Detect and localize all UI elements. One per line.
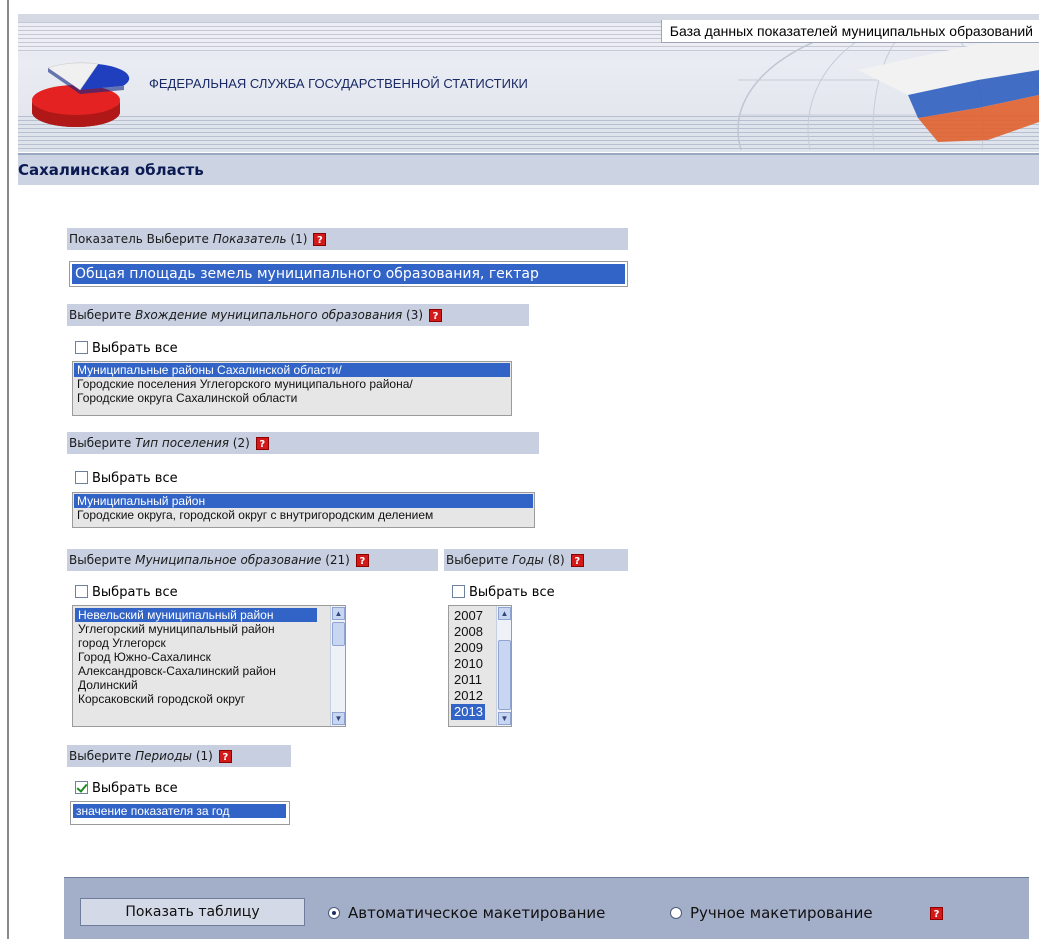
years-select-all[interactable]: Выбрать все [452, 584, 555, 602]
list-option[interactable]: Невельский муниципальный район [75, 608, 317, 622]
checkbox-icon[interactable] [75, 471, 88, 484]
show-table-button[interactable]: Показать таблицу [80, 898, 305, 926]
list-option[interactable]: Городские поселения Углегорского муницип… [74, 377, 510, 391]
agency-title: ФЕДЕРАЛЬНАЯ СЛУЖБА ГОСУДАРСТВЕННОЙ СТАТИ… [149, 76, 528, 91]
years-select-all-label: Выбрать все [469, 585, 555, 600]
membership-listbox[interactable]: Муниципальные районы Сахалинской области… [72, 361, 512, 416]
section-periods: Выберите Периоды (1)? [67, 745, 291, 767]
municipality-scrollbar[interactable]: ▲ ▼ [330, 606, 345, 726]
years-scrollbar[interactable]: ▲ ▼ [496, 606, 511, 726]
settlement-type-listbox[interactable]: Муниципальный район Городские округа, го… [72, 492, 535, 528]
section-indicator-count: (1) [290, 232, 308, 246]
help-icon[interactable]: ? [355, 554, 369, 567]
list-option[interactable]: Углегорский муниципальный район [75, 622, 317, 636]
section-membership-prefix: Выберите [69, 308, 136, 322]
list-option[interactable]: 2007 [451, 608, 485, 624]
scroll-thumb[interactable] [498, 640, 511, 710]
years-options: 2007 2008 2009 2010 2011 2012 2013 [451, 608, 485, 720]
scroll-down-icon[interactable]: ▼ [498, 712, 511, 725]
municipality-select-all-label: Выбрать все [92, 585, 178, 600]
settlement-type-select-all-label: Выбрать все [92, 471, 178, 486]
help-icon[interactable]: ? [429, 309, 443, 322]
list-option[interactable]: Александровск-Сахалинский район [75, 664, 317, 678]
manual-layout-radio[interactable]: Ручное макетирование [670, 903, 873, 923]
section-municipality-prefix: Выберите [69, 553, 136, 567]
scroll-up-icon[interactable]: ▲ [498, 607, 511, 620]
list-option[interactable]: Корсаковский городской округ [75, 692, 317, 706]
section-periods-prefix: Выберите [69, 749, 136, 763]
list-option[interactable]: Город Южно-Сахалинск [75, 650, 317, 664]
membership-select-all-label: Выбрать все [92, 341, 178, 356]
periods-select-all[interactable]: Выбрать все [75, 780, 178, 798]
list-option[interactable]: Городские округа, городской округ с внут… [74, 508, 533, 522]
section-indicator-prefix: Показатель Выберите [69, 232, 213, 246]
section-municipality-count: (21) [325, 553, 350, 567]
periods-listbox[interactable]: значение показателя за год [70, 801, 290, 825]
section-membership-count: (3) [406, 308, 424, 322]
checkbox-checked-icon[interactable] [75, 781, 88, 794]
section-indicator-label: Показатель [212, 232, 287, 246]
section-settlement-type-count: (2) [232, 436, 250, 450]
globe-flag-graphic [737, 40, 1039, 150]
section-settlement-type-label: Тип поселения [135, 436, 229, 450]
section-settlement-type-prefix: Выберите [69, 436, 136, 450]
auto-layout-radio[interactable]: Автоматическое макетирование [328, 903, 605, 923]
municipality-options: Невельский муниципальный район Углегорск… [75, 608, 317, 706]
manual-layout-label: Ручное макетирование [690, 904, 873, 922]
scroll-down-icon[interactable]: ▼ [332, 712, 345, 725]
municipality-listbox[interactable]: Невельский муниципальный район Углегорск… [72, 605, 346, 727]
years-listbox[interactable]: 2007 2008 2009 2010 2011 2012 2013 ▲ ▼ [448, 605, 512, 727]
section-municipality: Выберите Муниципальное образование (21)? [67, 549, 438, 571]
section-periods-label: Периоды [135, 749, 193, 763]
list-option[interactable]: Долинский [75, 678, 317, 692]
section-settlement-type: Выберите Тип поселения (2)? [67, 432, 539, 454]
section-years-count: (8) [547, 553, 565, 567]
list-option[interactable]: Городские округа Сахалинской области [74, 391, 510, 405]
list-option[interactable]: 2010 [451, 656, 485, 672]
section-periods-count: (1) [195, 749, 213, 763]
checkbox-icon[interactable] [75, 585, 88, 598]
indicator-selected-option[interactable]: Общая площадь земель муниципального обра… [72, 264, 625, 284]
region-bar: Сахалинская область [18, 153, 1039, 185]
bottom-toolbar: Показать таблицу Автоматическое макетиро… [64, 877, 1029, 939]
site-header: ФЕДЕРАЛЬНАЯ СЛУЖБА ГОСУДАРСТВЕННОЙ СТАТИ… [18, 14, 1039, 152]
list-option[interactable]: Муниципальные районы Сахалинской области… [74, 363, 510, 377]
database-title: База данных показателей муниципальных об… [660, 20, 1039, 43]
list-option[interactable]: Муниципальный район [74, 494, 533, 508]
section-indicator: Показатель Выберите Показатель (1)? [67, 228, 628, 250]
section-membership-label: Вхождение муниципального образования [135, 308, 403, 322]
checkbox-icon[interactable] [452, 585, 465, 598]
section-years: Выберите Годы (8)? [444, 549, 628, 571]
list-option[interactable]: город Углегорск [75, 636, 317, 650]
periods-select-all-label: Выбрать все [92, 781, 178, 796]
settlement-type-select-all[interactable]: Выбрать все [75, 470, 178, 488]
municipality-select-all[interactable]: Выбрать все [75, 584, 178, 602]
left-border-rule [7, 0, 9, 939]
help-icon[interactable]: ? [218, 750, 232, 763]
help-icon[interactable]: ? [313, 233, 327, 246]
section-years-label: Годы [512, 553, 544, 567]
scroll-up-icon[interactable]: ▲ [332, 607, 345, 620]
region-title: Сахалинская область [18, 161, 204, 179]
help-icon[interactable]: ? [255, 437, 269, 450]
section-years-prefix: Выберите [446, 553, 513, 567]
list-option[interactable]: 2009 [451, 640, 485, 656]
list-option[interactable]: 2013 [451, 704, 485, 720]
radio-icon[interactable] [670, 907, 682, 919]
membership-select-all[interactable]: Выбрать все [75, 340, 178, 358]
list-option[interactable]: 2008 [451, 624, 485, 640]
section-municipality-label: Муниципальное образование [135, 553, 322, 567]
help-icon[interactable]: ? [570, 554, 584, 567]
scroll-thumb[interactable] [332, 622, 345, 646]
rosstat-pie-logo-icon [32, 62, 130, 127]
auto-layout-label: Автоматическое макетирование [348, 904, 606, 922]
help-icon[interactable]: ? [930, 907, 943, 920]
list-option[interactable]: 2011 [451, 672, 485, 688]
radio-selected-icon[interactable] [328, 907, 340, 919]
list-option[interactable]: 2012 [451, 688, 485, 704]
checkbox-icon[interactable] [75, 341, 88, 354]
section-membership: Выберите Вхождение муниципального образо… [67, 304, 529, 326]
indicator-select[interactable]: Общая площадь земель муниципального обра… [69, 261, 628, 287]
list-option[interactable]: значение показателя за год [73, 804, 286, 818]
